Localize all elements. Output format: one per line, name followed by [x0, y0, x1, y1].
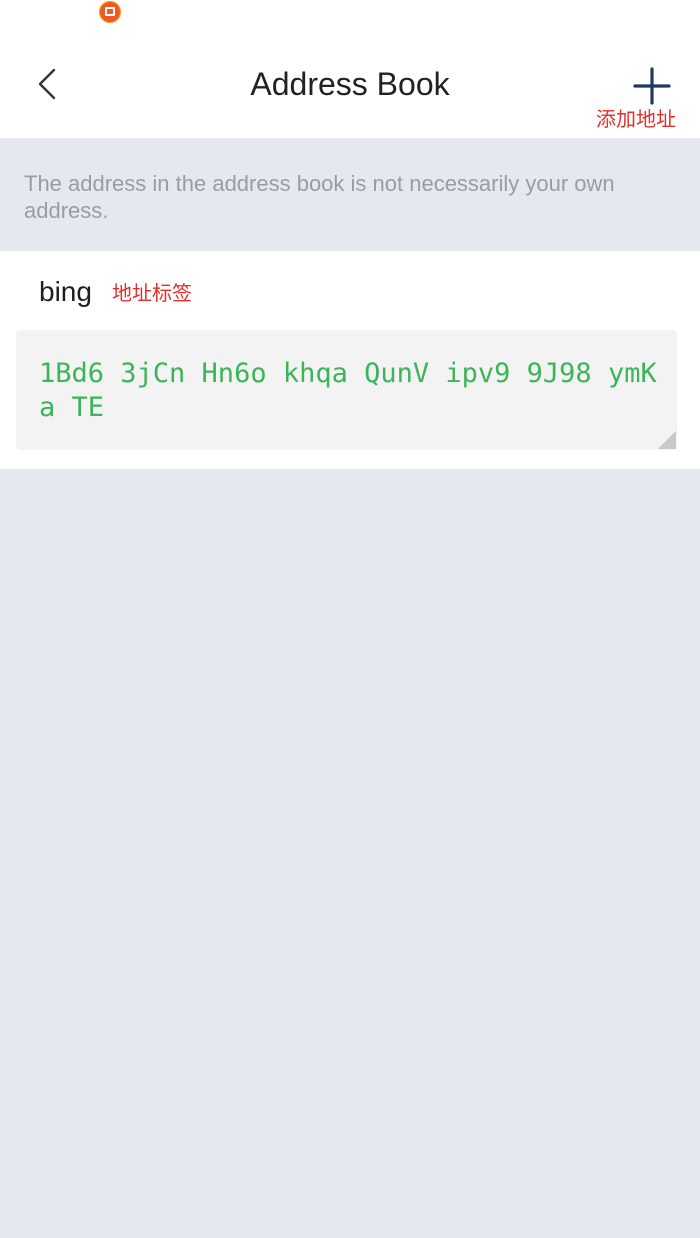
resize-handle-icon[interactable] — [658, 431, 676, 449]
add-address-button[interactable] — [628, 62, 676, 110]
address-label: bing — [39, 276, 92, 307]
page-title: Address Book — [250, 66, 450, 102]
top-bar: Address Book 添加地址 — [0, 50, 700, 138]
address-value: 1Bd6 3jCn Hn6o khqa QunV ipv9 9J98 ymKa … — [39, 358, 657, 423]
address-label-annotation: 地址标签 — [112, 283, 192, 305]
app-badge-icon — [99, 1, 121, 23]
address-textarea[interactable]: 1Bd6 3jCn Hn6o khqa QunV ipv9 9J98 ymKa … — [16, 330, 677, 450]
notice-banner: The address in the address book is not n… — [0, 138, 700, 251]
plus-icon — [633, 67, 671, 105]
address-entry-card[interactable]: bing 地址标签 1Bd6 3jCn Hn6o khqa QunV ipv9 … — [0, 251, 700, 469]
add-address-annotation: 添加地址 — [596, 109, 676, 131]
status-bar — [0, 0, 700, 50]
address-book-screen: Address Book 添加地址 The address in the add… — [0, 0, 700, 1238]
notice-text: The address in the address book is not n… — [24, 171, 615, 223]
